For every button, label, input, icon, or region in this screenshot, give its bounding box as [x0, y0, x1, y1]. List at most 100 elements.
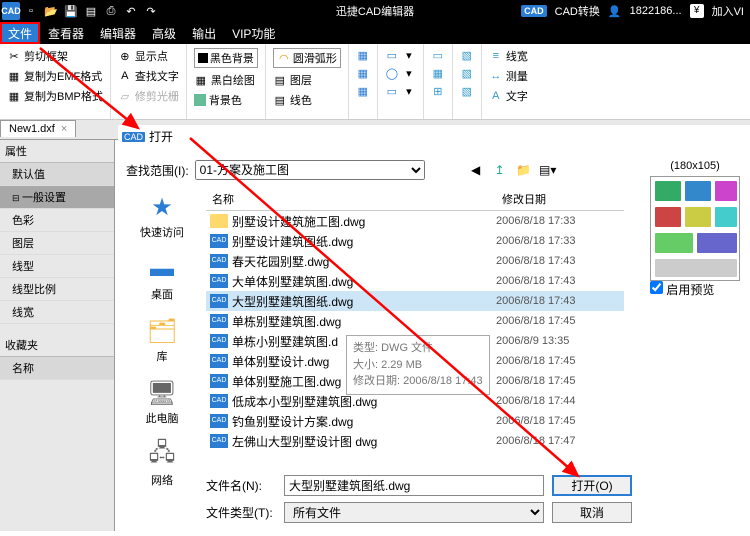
desktop-icon: ▬: [144, 254, 180, 284]
ribbon-text[interactable]: A文字: [486, 86, 531, 106]
ribbon-smooth-arc[interactable]: ◠圆滑弧形: [270, 46, 344, 70]
open-icon[interactable]: 📂: [42, 2, 60, 20]
view-menu-icon[interactable]: ▤▾: [539, 161, 557, 179]
ribbon-copy-emf[interactable]: ▦复制为EMF格式: [4, 66, 106, 86]
menu-editor[interactable]: 编辑器: [92, 22, 144, 44]
menu-advanced[interactable]: 高级: [144, 22, 184, 44]
place-desktop[interactable]: ▬桌面: [122, 254, 202, 302]
t3-icon: ▧: [460, 84, 474, 98]
print-icon[interactable]: ⎙: [102, 2, 120, 20]
ribbon-g7-a[interactable]: ▭: [428, 46, 448, 64]
place-lib[interactable]: 🗂库: [122, 316, 202, 364]
ribbon-g5-a[interactable]: ▦: [353, 46, 373, 64]
file-row[interactable]: CAD别墅设计建筑图纸.dwg2006/8/18 17:33: [206, 231, 624, 251]
join-vip-link[interactable]: 加入VI: [712, 3, 744, 19]
ribbon-g7-c[interactable]: ⊞: [428, 82, 448, 100]
ribbon-trim-cursor: ▱修剪光栅: [115, 86, 182, 106]
bgcolor-icon: [194, 94, 206, 106]
file-date: 2006/8/18 17:43: [496, 295, 616, 307]
file-row[interactable]: CAD大型别墅建筑图纸.dwg2006/8/18 17:43: [206, 291, 624, 311]
menu-vip[interactable]: VIP功能: [224, 22, 283, 44]
point-icon: ⊕: [118, 49, 132, 63]
undo-icon[interactable]: ↶: [122, 2, 140, 20]
file-row[interactable]: CAD左佛山大型别墅设计图 dwg2006/8/18 17:47: [206, 431, 624, 451]
ribbon-layer[interactable]: ▤图层: [270, 70, 344, 90]
file-row[interactable]: CAD大单体别墅建筑图.dwg2006/8/18 17:43: [206, 271, 624, 291]
file-row[interactable]: 别墅设计建筑施工图.dwg2006/8/18 17:33: [206, 211, 624, 231]
ribbon-bg-color[interactable]: 背景色: [191, 90, 261, 110]
place-net[interactable]: 🖧网络: [122, 440, 202, 488]
prop-row[interactable]: 图层: [0, 232, 114, 255]
close-tab-icon[interactable]: ×: [61, 123, 67, 135]
ribbon-g5-b[interactable]: ▦: [353, 64, 373, 82]
dialog-cad-icon: CAD: [122, 132, 145, 142]
ribbon-g6-a[interactable]: ▭▾: [382, 46, 419, 64]
default-row[interactable]: 默认值: [0, 163, 114, 186]
text-icon: A: [489, 89, 503, 103]
cancel-button[interactable]: 取消: [552, 502, 632, 523]
ribbon-g7-b[interactable]: ▦: [428, 64, 448, 82]
menu-output[interactable]: 输出: [184, 22, 224, 44]
grid3-icon: ▦: [356, 84, 370, 98]
app-title: 迅捷CAD编辑器: [336, 3, 414, 19]
save-as-icon[interactable]: ▤: [82, 2, 100, 20]
ribbon-g6-b[interactable]: ◯▾: [382, 64, 419, 82]
dwg-icon: CAD: [210, 274, 228, 288]
preview-thumbnail: [650, 176, 740, 281]
ribbon-g8-c[interactable]: ▧: [457, 82, 477, 100]
shape1-icon: ▭: [385, 48, 399, 62]
filetype-select[interactable]: 所有文件: [284, 502, 544, 523]
ribbon-g6-c[interactable]: ▭▾: [382, 82, 419, 100]
t1-icon: ▧: [460, 48, 474, 62]
ribbon-g8-b[interactable]: ▧: [457, 64, 477, 82]
prop-row[interactable]: 色彩: [0, 209, 114, 232]
prop-row[interactable]: 线宽: [0, 301, 114, 324]
drop2-icon: ▾: [402, 66, 416, 80]
grid1-icon: ▦: [356, 48, 370, 62]
filename-input[interactable]: [284, 475, 544, 496]
file-row[interactable]: CAD钓鱼别墅设计方案.dwg2006/8/18 17:45: [206, 411, 624, 431]
new-icon[interactable]: ▫: [22, 2, 40, 20]
ribbon-measure[interactable]: ↔测量: [486, 66, 531, 86]
ribbon-bw-draw[interactable]: ▦黑白绘图: [191, 70, 261, 90]
ribbon-find-text[interactable]: A查找文字: [115, 66, 182, 86]
ribbon-line-color[interactable]: ▤线色: [270, 90, 344, 110]
file-name: 春天花园别墅.dwg: [228, 253, 496, 270]
file-name: 大型别墅建筑图纸.dwg: [228, 293, 496, 310]
ribbon-copy-bmp[interactable]: ▦复制为BMP格式: [4, 86, 106, 106]
menu-view[interactable]: 查看器: [40, 22, 92, 44]
ribbon-linewidth[interactable]: ≡线宽: [486, 46, 531, 66]
new-folder-icon[interactable]: 📁: [515, 161, 533, 179]
ribbon-black-bg[interactable]: 黑色背景: [191, 46, 261, 70]
col-date[interactable]: 修改日期: [496, 188, 616, 210]
file-row[interactable]: CAD单栋别墅建筑图.dwg2006/8/18 17:45: [206, 311, 624, 331]
drop1-icon: ▾: [402, 48, 416, 62]
place-pc[interactable]: 🖥此电脑: [122, 378, 202, 426]
file-list-header[interactable]: 名称 修改日期: [206, 188, 624, 211]
cad-convert-link[interactable]: CAD转换: [555, 3, 600, 19]
user-label[interactable]: 1822186...: [630, 5, 682, 17]
library-icon: 🗂: [144, 316, 180, 346]
user-icon: 👤: [608, 5, 622, 18]
back-icon[interactable]: ◀: [467, 161, 485, 179]
lookin-select[interactable]: 01-方案及施工图: [195, 160, 425, 180]
prop-row[interactable]: 线型比例: [0, 278, 114, 301]
save-icon[interactable]: 💾: [62, 2, 80, 20]
file-row[interactable]: CAD春天花园别墅.dwg2006/8/18 17:43: [206, 251, 624, 271]
open-button[interactable]: 打开(O): [552, 475, 632, 496]
menu-file[interactable]: 文件: [0, 22, 40, 44]
ribbon-g8-a[interactable]: ▧: [457, 46, 477, 64]
ribbon-g5-c[interactable]: ▦: [353, 82, 373, 100]
col-name[interactable]: 名称: [206, 188, 496, 210]
redo-icon[interactable]: ↷: [142, 2, 160, 20]
ribbon-cut-frame[interactable]: ✂剪切框架: [4, 46, 106, 66]
up-icon[interactable]: ↥: [491, 161, 509, 179]
prop-row[interactable]: 线型: [0, 255, 114, 278]
places-bar: ★快速访问 ▬桌面 🗂库 🖥此电脑 🖧网络: [122, 192, 202, 502]
measure-icon: ↔: [489, 69, 503, 83]
place-quick[interactable]: ★快速访问: [122, 192, 202, 240]
document-tab[interactable]: New1.dxf×: [0, 120, 76, 137]
enable-preview-checkbox[interactable]: 启用预览: [650, 283, 714, 297]
ribbon-show-point[interactable]: ⊕显示点: [115, 46, 182, 66]
general-row[interactable]: 一般设置: [0, 186, 114, 209]
